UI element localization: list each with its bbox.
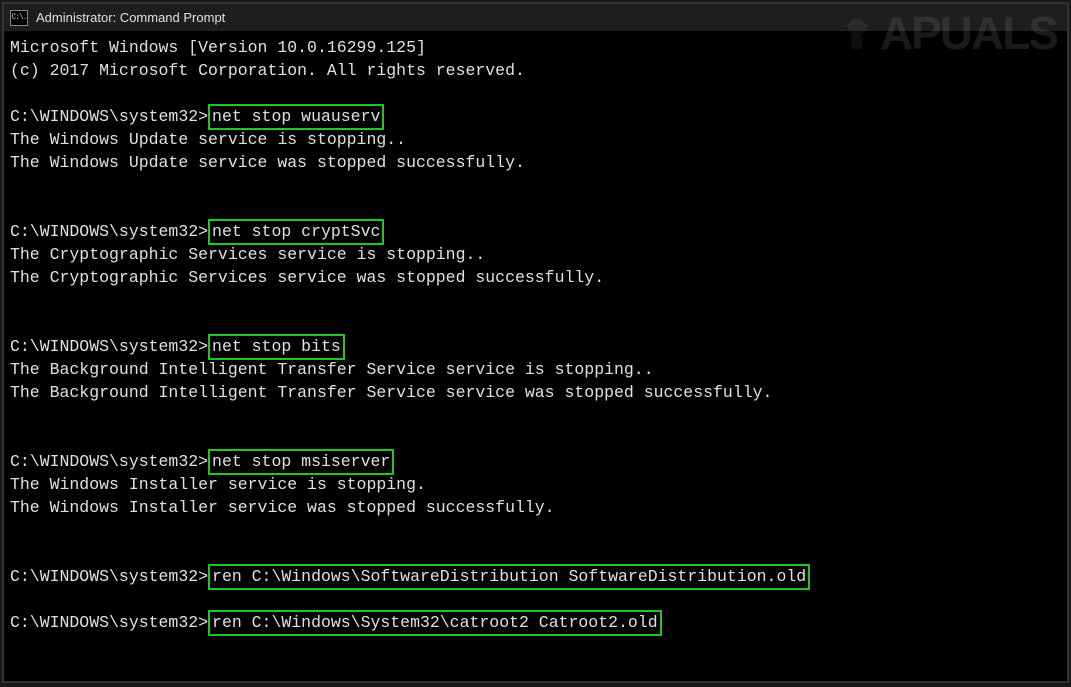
output-2b: The Cryptographic Services service was s…: [10, 266, 1061, 289]
command-5: ren C:\Windows\SoftwareDistribution Soft…: [212, 567, 806, 586]
cmd-prompt-icon: C:\.: [10, 10, 28, 26]
output-1b: The Windows Update service was stopped s…: [10, 151, 1061, 174]
version-line: Microsoft Windows [Version 10.0.16299.12…: [10, 36, 1061, 59]
prompt-5: C:\WINDOWS\system32>: [10, 567, 208, 586]
output-3a: The Background Intelligent Transfer Serv…: [10, 358, 1061, 381]
command-highlight-3: net stop bits: [208, 334, 345, 360]
command-highlight-1: net stop wuauserv: [208, 104, 384, 130]
command-2: net stop cryptSvc: [212, 222, 380, 241]
prompt-2: C:\WINDOWS\system32>: [10, 222, 208, 241]
output-4b: The Windows Installer service was stoppe…: [10, 496, 1061, 519]
title-bar[interactable]: C:\. Administrator: Command Prompt: [4, 4, 1067, 32]
prompt-6: C:\WINDOWS\system32>: [10, 613, 208, 632]
prompt-1: C:\WINDOWS\system32>: [10, 107, 208, 126]
window-title: Administrator: Command Prompt: [36, 10, 225, 25]
prompt-4: C:\WINDOWS\system32>: [10, 452, 208, 471]
copyright-line: (c) 2017 Microsoft Corporation. All righ…: [10, 59, 1061, 82]
output-2a: The Cryptographic Services service is st…: [10, 243, 1061, 266]
output-3b: The Background Intelligent Transfer Serv…: [10, 381, 1061, 404]
command-6: ren C:\Windows\System32\catroot2 Catroot…: [212, 613, 658, 632]
command-1: net stop wuauserv: [212, 107, 380, 126]
command-highlight-6: ren C:\Windows\System32\catroot2 Catroot…: [208, 610, 662, 636]
command-highlight-4: net stop msiserver: [208, 449, 394, 475]
terminal-output[interactable]: Microsoft Windows [Version 10.0.16299.12…: [4, 32, 1067, 681]
prompt-3: C:\WINDOWS\system32>: [10, 337, 208, 356]
output-1a: The Windows Update service is stopping..: [10, 128, 1061, 151]
command-4: net stop msiserver: [212, 452, 390, 471]
command-3: net stop bits: [212, 337, 341, 356]
output-4a: The Windows Installer service is stoppin…: [10, 473, 1061, 496]
command-highlight-5: ren C:\Windows\SoftwareDistribution Soft…: [208, 564, 810, 590]
command-highlight-2: net stop cryptSvc: [208, 219, 384, 245]
window-frame: APUALS C:\. Administrator: Command Promp…: [2, 2, 1069, 683]
